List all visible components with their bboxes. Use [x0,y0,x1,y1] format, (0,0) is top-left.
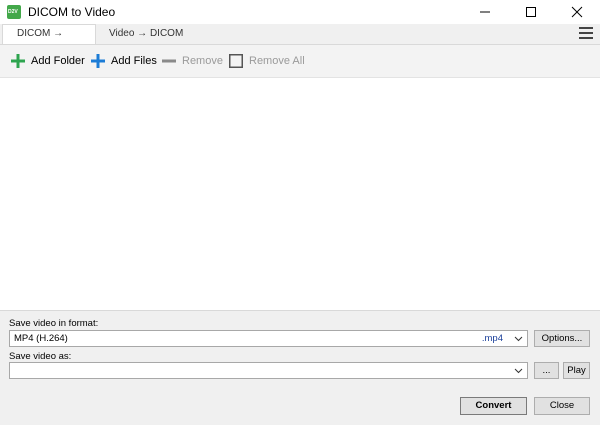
remove-label: Remove [182,55,223,67]
close-icon [571,6,583,18]
empty-square-icon [229,54,243,68]
minimize-button[interactable] [462,0,508,24]
tab-video-to-dicom[interactable]: Video → DICOM [95,24,197,44]
add-files-button[interactable]: Add Files [91,45,157,77]
format-value: MP4 (H.264) [14,333,68,344]
tab-dicom-to-video[interactable]: DICOM → Video [2,24,96,57]
minimize-icon [480,11,490,13]
add-files-label: Add Files [111,55,157,67]
convert-button[interactable]: Convert [460,397,527,415]
window-title: DICOM to Video [28,5,116,19]
remove-all-button[interactable]: Remove All [229,45,305,77]
add-folder-button[interactable]: Add Folder [11,45,85,77]
add-folder-label: Add Folder [31,55,85,67]
minus-icon [162,59,176,63]
save-as-label: Save video as: [9,351,72,362]
plus-blue-icon [91,54,105,68]
tab-bar: DICOM → Video Video → DICOM [0,24,600,57]
output-settings-panel: Save video in format: MP4 (H.264) .mp4 O… [0,310,600,425]
app-icon-text: D2V [8,9,18,15]
chevron-down-icon [514,368,523,374]
browse-button[interactable]: ... [534,362,559,379]
options-button[interactable]: Options... [534,330,590,347]
maximize-icon [526,7,536,17]
chevron-down-icon [514,336,523,342]
hamburger-menu-icon[interactable] [579,27,593,41]
format-label: Save video in format: [9,318,99,329]
close-window-button[interactable] [554,0,600,24]
toolbar: Add Folder Add Files Remove Remove All [0,45,600,78]
format-select[interactable]: MP4 (H.264) .mp4 [9,330,528,347]
plus-green-icon [11,54,25,68]
format-extension: .mp4 [481,333,503,344]
title-bar: D2V DICOM to Video [0,0,600,24]
file-list[interactable] [0,78,600,310]
close-button[interactable]: Close [534,397,590,415]
remove-all-label: Remove All [249,55,305,67]
save-as-input[interactable] [9,362,528,379]
maximize-button[interactable] [508,0,554,24]
remove-button[interactable]: Remove [162,45,223,77]
play-button[interactable]: Play [563,362,590,379]
app-icon: D2V [7,5,21,19]
